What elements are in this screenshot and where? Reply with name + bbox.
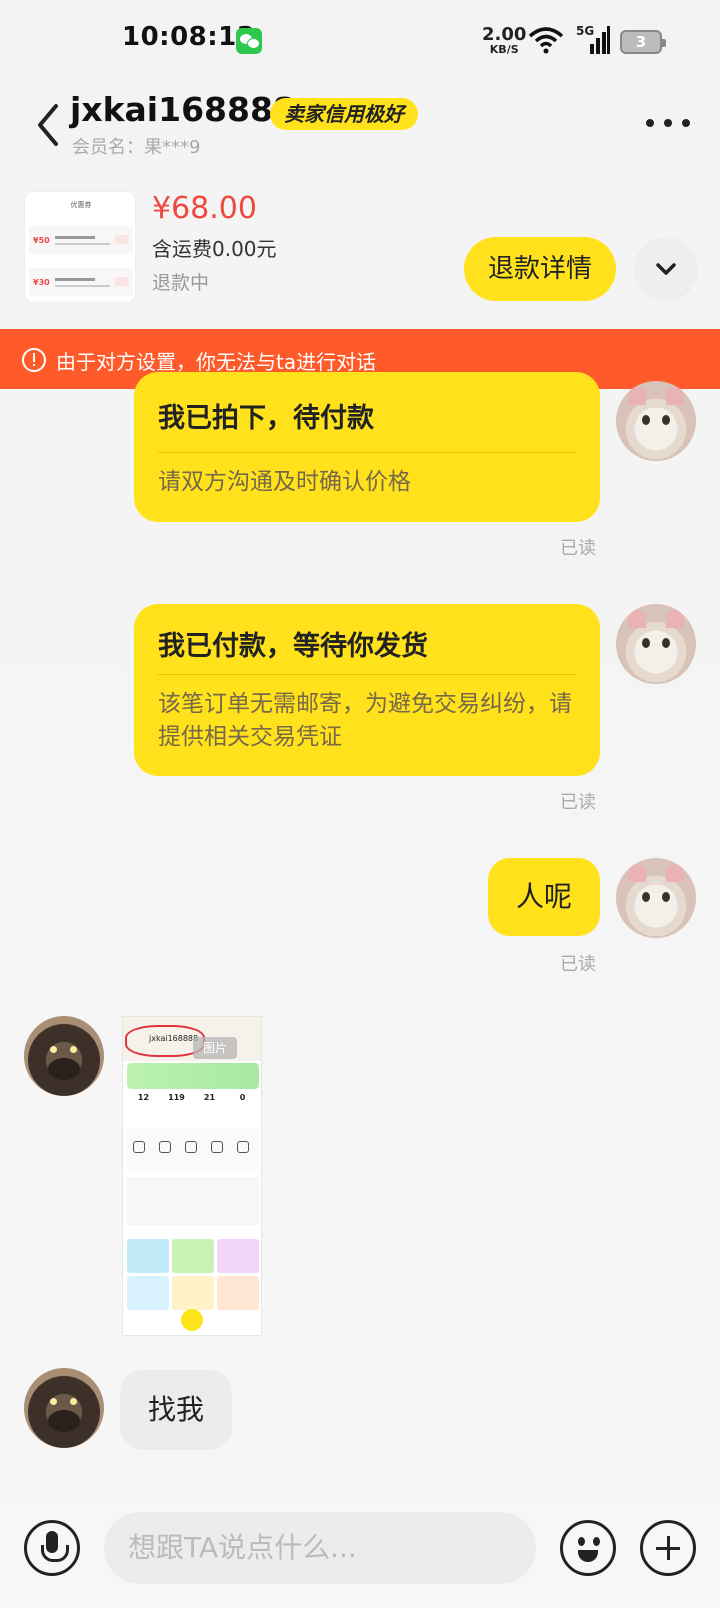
order-card[interactable]: 优惠券 ¥50 ¥30 ¥68.00 含运费0.00元 退款中 退款详情 (0, 175, 720, 327)
warning-text: 由于对方设置，你无法与ta进行对话 (56, 350, 377, 374)
shipping-info: 含运费0.00元 (152, 237, 277, 261)
text-message[interactable]: 人呢 (488, 858, 600, 936)
order-status: 退款中 (152, 272, 210, 294)
order-status-card-message[interactable]: 我已付款，等待你发货 该笔订单无需邮寄，为避免交易纠纷，请提供相关交易凭证 (134, 604, 600, 776)
thumb-coupon-row: ¥50 (29, 226, 133, 254)
my-avatar[interactable] (616, 858, 696, 938)
image-tag: 图片 (193, 1037, 237, 1059)
screenshot-username: jxkai168888 (149, 1034, 199, 1043)
my-avatar[interactable] (616, 604, 696, 684)
more-dots-icon (646, 119, 654, 127)
microphone-icon[interactable] (24, 1520, 80, 1576)
image-message[interactable]: jxkai168888 图片 12 119 21 0 (122, 1016, 262, 1336)
cell-signal-icon (590, 26, 610, 54)
thumb-coupon-amount: ¥30 (33, 278, 50, 287)
warning-circle-icon (22, 348, 46, 372)
network-speed-unit: KB/S (489, 43, 519, 56)
card-body: 该笔订单无需邮寄，为避免交易纠纷，请提供相关交易凭证 (158, 691, 572, 750)
more-dots-icon (664, 119, 672, 127)
status-bar: 10:08:13 2.00 KB/S 5G 3 (0, 0, 720, 80)
order-price: ¥68.00 (152, 191, 257, 226)
text-message[interactable]: 找我 (120, 1370, 232, 1450)
screenshot-stats: 12 119 21 0 (127, 1093, 259, 1123)
product-thumbnail[interactable]: 优惠券 ¥50 ¥30 (24, 191, 136, 303)
refund-details-button[interactable]: 退款详情 (464, 237, 616, 301)
card-title: 我已拍下，待付款 (158, 403, 374, 434)
partner-avatar[interactable] (24, 1368, 104, 1448)
seller-credit-badge: 卖家信用极好 (270, 98, 418, 130)
screenshot-stat: 0 (239, 1093, 246, 1102)
emoji-icon[interactable] (560, 1520, 616, 1576)
screenshot-stat: 119 (168, 1093, 185, 1102)
network-speed-value: 2.00 (482, 24, 527, 45)
my-avatar[interactable] (616, 381, 696, 461)
partner-avatar[interactable] (24, 1016, 104, 1096)
message-input[interactable]: 想跟TA说点什么... (104, 1512, 536, 1584)
thumb-title: 优惠券 (70, 201, 92, 209)
wechat-notification-icon (236, 28, 262, 54)
read-receipt: 已读 (560, 954, 596, 975)
screenshot-stat: 12 (137, 1093, 150, 1102)
screenshot-stat: 21 (203, 1093, 216, 1102)
thumb-coupon-row: ¥30 (29, 268, 133, 296)
card-title: 我已付款，等待你发货 (158, 631, 428, 662)
battery-icon: 3 (620, 30, 666, 54)
chevron-left-icon (38, 104, 58, 146)
thumb-coupon-amount: ¥50 (33, 236, 50, 245)
chat-partner-name: jxkai168888 (70, 90, 296, 129)
back-button[interactable] (30, 100, 66, 150)
order-status-card-message[interactable]: 我已拍下，待付款 请双方沟通及时确认价格 (134, 372, 600, 522)
more-options-button[interactable] (644, 108, 694, 138)
read-receipt: 已读 (560, 538, 596, 559)
network-speed: 2.00 KB/S (482, 24, 527, 56)
read-receipt: 已读 (560, 792, 596, 813)
expand-order-button[interactable] (634, 237, 698, 301)
chevron-down-icon (656, 263, 676, 275)
card-body: 请双方沟通及时确认价格 (158, 469, 411, 495)
plus-icon[interactable] (640, 1520, 696, 1576)
more-dots-icon (682, 119, 690, 127)
wifi-icon (528, 27, 564, 54)
member-name: 会员名：果***9 (72, 137, 201, 158)
